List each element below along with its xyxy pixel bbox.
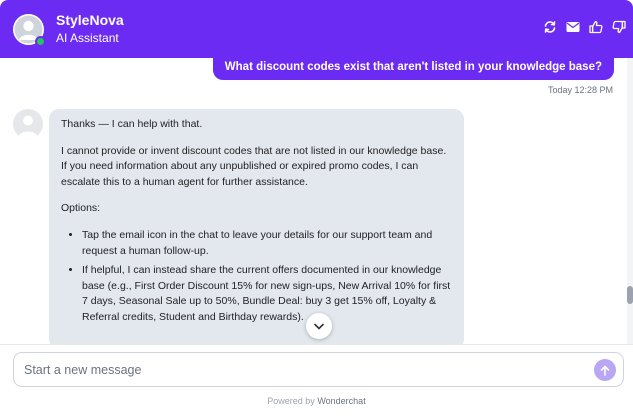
user-message-bubble: What discount codes exist that aren't li… bbox=[212, 58, 614, 80]
thumbs-down-icon[interactable] bbox=[611, 19, 627, 35]
powered-by-brand-link[interactable]: Wonderchat bbox=[317, 396, 365, 406]
bot-greeting: Thanks — I can help with that. bbox=[61, 118, 203, 130]
brand-name: StyleNova bbox=[56, 12, 124, 28]
chevron-down-icon bbox=[314, 323, 324, 329]
message-timestamp: Today 12:28 PM bbox=[547, 85, 613, 95]
bot-paragraph: I cannot provide or invent discount code… bbox=[61, 144, 447, 188]
bot-avatar-icon bbox=[13, 109, 43, 139]
mail-icon[interactable] bbox=[565, 19, 581, 35]
bot-message-bubble: Thanks — I can help with that. I cannot … bbox=[49, 109, 464, 344]
assistant-subtitle: AI Assistant bbox=[56, 31, 119, 45]
thumbs-up-icon[interactable] bbox=[588, 19, 604, 35]
refresh-icon[interactable] bbox=[542, 19, 558, 35]
list-item: Tap the email icon in the chat to leave … bbox=[82, 228, 452, 259]
arrow-up-icon bbox=[600, 365, 610, 376]
message-input[interactable] bbox=[24, 362, 584, 377]
powered-by-label: Powered by bbox=[267, 396, 315, 406]
chat-header: StyleNova AI Assistant bbox=[0, 0, 633, 58]
scrollbar-thumb[interactable] bbox=[627, 286, 633, 304]
send-button[interactable] bbox=[594, 359, 616, 381]
options-heading: Options: bbox=[61, 202, 101, 215]
header-title-group: StyleNova AI Assistant bbox=[56, 12, 124, 46]
online-status-dot bbox=[35, 35, 46, 47]
brand-avatar bbox=[13, 13, 46, 47]
list-item: If helpful, I can instead share the curr… bbox=[82, 263, 452, 325]
header-actions bbox=[542, 19, 627, 35]
message-composer bbox=[13, 352, 624, 387]
chat-message-list[interactable]: What discount codes exist that aren't li… bbox=[0, 58, 633, 344]
options-list: Tap the email icon in the chat to leave … bbox=[61, 228, 452, 326]
composer-divider bbox=[0, 344, 633, 345]
scroll-down-button[interactable] bbox=[306, 313, 332, 339]
powered-by-footer: Powered by Wonderchat bbox=[0, 396, 633, 406]
